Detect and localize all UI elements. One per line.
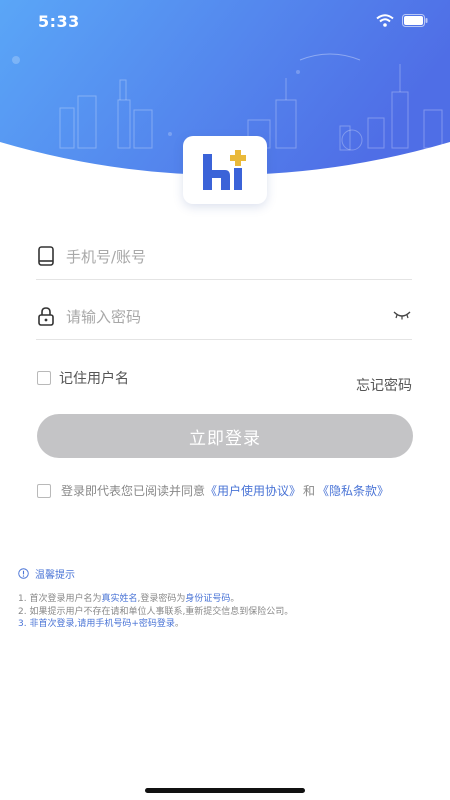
tips-list: 1. 首次登录用户名为真实姓名,登录密码为身份证号码。 2. 如果提示用户不存在… — [18, 593, 438, 631]
tip-1-realname: 真实姓名 — [101, 594, 138, 604]
tips-section: 温馨提示 1. 首次登录用户名为真实姓名,登录密码为身份证号码。 2. 如果提示… — [18, 566, 438, 631]
status-icons — [350, 14, 428, 27]
tip-item-2: 2. 如果提示用户不存在请和单位人事联系,重新提交信息到保险公司。 — [18, 606, 294, 617]
remember-username[interactable]: 记住用户名 — [37, 368, 129, 388]
remember-label: 记住用户名 — [59, 371, 129, 387]
password-field[interactable] — [36, 296, 412, 340]
tip-item-1: 1. 首次登录用户名为真实姓名,登录密码为身份证号码。 — [18, 593, 438, 606]
remember-checkbox[interactable] — [37, 371, 51, 385]
agreement-row: 登录即代表您已阅读并同意 《用户使用协议》 和 《隐私条款》 — [37, 482, 389, 499]
logo-mark-icon — [203, 150, 246, 190]
tip-3-text: 非首次登录,请用手机号码+密码登录 — [29, 619, 175, 629]
tip-1-mid: ,登录密码为 — [137, 594, 186, 604]
signal-icon — [350, 15, 368, 27]
forgot-password-link[interactable]: 忘记密码 — [356, 375, 412, 395]
tip-1-prefix: 1. 首次登录用户名为 — [18, 594, 102, 604]
lock-icon — [38, 307, 54, 326]
home-indicator[interactable] — [145, 788, 305, 793]
account-field[interactable] — [36, 236, 412, 280]
agreement-checkbox[interactable] — [37, 483, 51, 498]
account-input[interactable] — [66, 242, 366, 272]
wifi-icon — [376, 14, 394, 27]
eye-closed-icon[interactable] — [392, 308, 412, 322]
tip-item-3: 3. 非首次登录,请用手机号码+密码登录。 — [18, 618, 438, 631]
privacy-link[interactable]: 《隐私条款》 — [317, 482, 389, 499]
agreement-and: 和 — [303, 484, 316, 498]
battery-icon — [402, 14, 428, 27]
phone-icon — [38, 246, 54, 266]
tip-1-end: 。 — [230, 594, 240, 604]
status-bar: 5:33 — [0, 0, 450, 44]
agreement-text: 登录即代表您已阅读并同意 — [61, 484, 206, 498]
login-button[interactable]: 立即登录 — [37, 414, 413, 458]
password-input[interactable] — [66, 302, 366, 332]
info-icon — [18, 568, 29, 579]
tips-title: 温馨提示 — [18, 566, 438, 581]
user-agreement-link[interactable]: 《用户使用协议》 — [205, 482, 301, 499]
tip-3-end: 。 — [174, 619, 184, 629]
app-logo — [183, 136, 267, 204]
status-time: 5:33 — [38, 12, 80, 31]
tip-3-prefix: 3. — [18, 619, 30, 629]
tips-title-text: 温馨提示 — [35, 570, 75, 581]
tip-1-idcard: 身份证号码 — [185, 594, 231, 604]
